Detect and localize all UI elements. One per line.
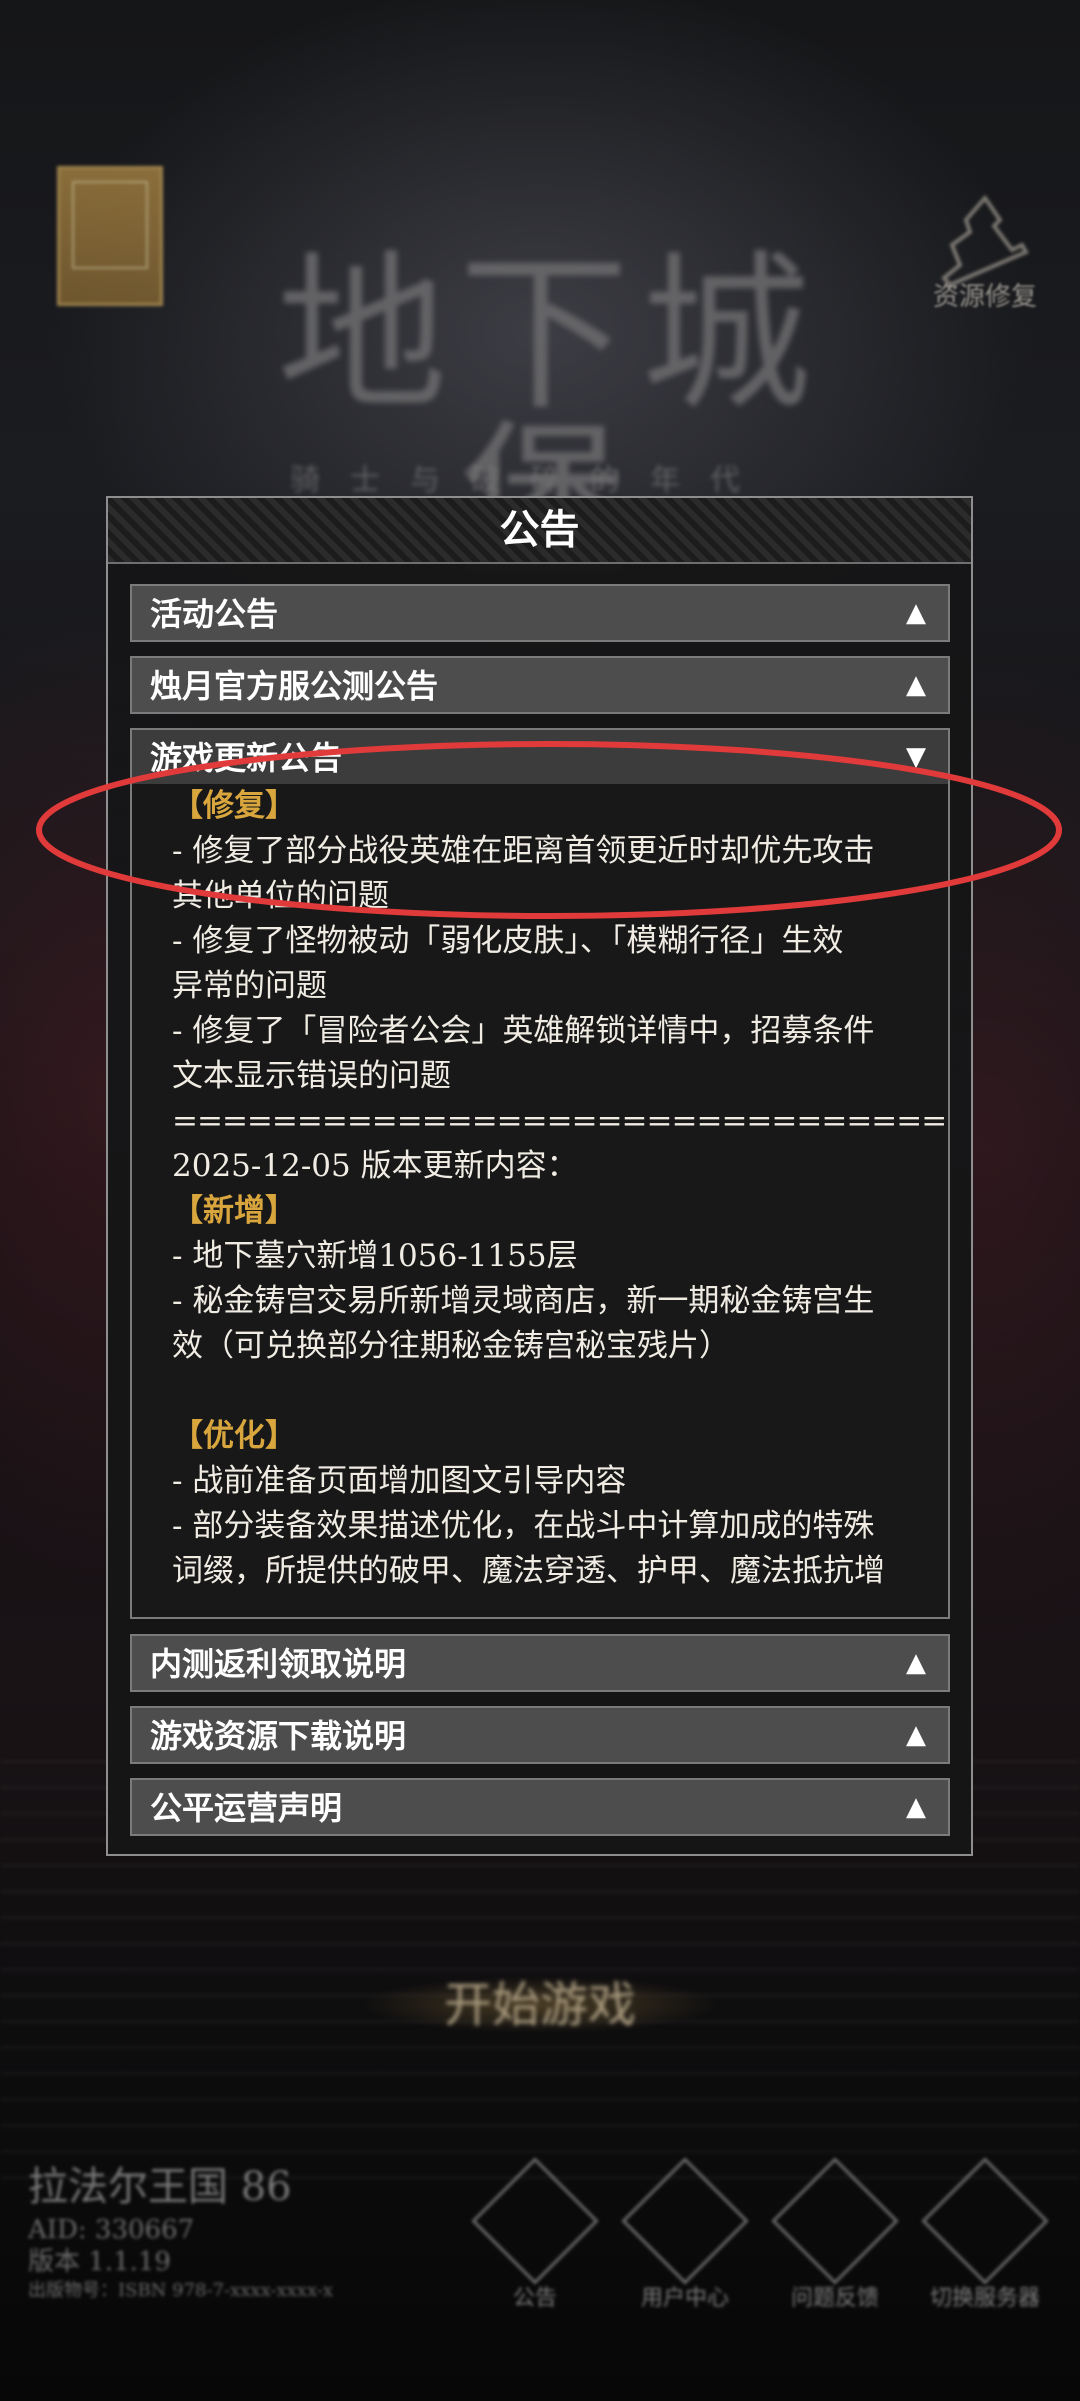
account-id: AID: 330667 (28, 2215, 195, 2245)
start-game-button[interactable]: 开始游戏 (340, 1960, 740, 2050)
game-subtitle-logo: 骑士与破碎的年代 (290, 463, 770, 498)
user-center-button[interactable]: 用户中心 (620, 2157, 750, 2320)
content-line: - 秘金铸宫交易所新增灵域商店，新一期秘金铸宫生 (172, 1283, 875, 1319)
announcement-icon (471, 2157, 599, 2285)
user-center-icon (621, 2157, 749, 2285)
content-line: 词缀，所提供的破甲、魔法穿透、护甲、魔法抵抗增 (172, 1553, 885, 1589)
section-label: 游戏更新公告 (150, 739, 343, 777)
content-line (172, 1369, 912, 1414)
server-info: 拉法尔王国 86 AID: 330667 版本 1.1.19 出版物号：ISBN… (28, 2160, 468, 2304)
expand-arrow-icon: ▲ (906, 598, 926, 628)
section-label: 游戏资源下载说明 (150, 1717, 407, 1755)
section-activity-announcement[interactable]: 活动公告 ▲ (130, 584, 950, 642)
update-content-text: 【修复】 - 修复了部分战役英雄在距离首领更近时却优先攻击 其他单位的问题 - 修复了… (172, 784, 948, 1594)
server-switch-button[interactable]: 切换服务器 (920, 2157, 1050, 2320)
section-label: 公平运营声明 (150, 1789, 343, 1827)
expand-arrow-icon: ▲ (906, 670, 926, 700)
announcement-dialog: 公告 活动公告 ▲ 烛月官方服公测公告 ▲ 游戏更新公告 ▼ 【修复】 - 修复了… (106, 496, 973, 1856)
content-line: 【修复】 (172, 788, 296, 824)
button-label: 公告 (512, 2286, 557, 2311)
server-switch-icon (921, 2157, 1049, 2285)
content-line: 【新增】 (172, 1193, 296, 1229)
button-label: 用户中心 (640, 2286, 729, 2311)
content-line: 效（可兑换部分往期秘金铸宫秘宝残片） (172, 1328, 730, 1364)
resource-repair-label[interactable]: 资源修复 (920, 276, 1050, 313)
section-label: 烛月官方服公测公告 (150, 667, 439, 705)
button-label: 切换服务器 (929, 2286, 1040, 2311)
server-name[interactable]: 拉法尔王国 86 (28, 2160, 468, 2214)
content-line: - 部分装备效果描述优化，在战斗中计算加成的特殊 (172, 1508, 875, 1544)
feedback-icon (771, 2157, 899, 2285)
section-fair-operation-statement[interactable]: 公平运营声明 ▲ (130, 1778, 950, 1836)
content-line: 文本显示错误的问题 (172, 1058, 451, 1094)
button-label: 问题反馈 (790, 2286, 879, 2311)
age-rating-badge (57, 166, 163, 306)
content-line: 2025-12-05 版本更新内容： (172, 1148, 578, 1184)
update-content-scroll-area[interactable]: 【修复】 - 修复了部分战役英雄在距离首领更近时却优先攻击 其他单位的问题 - 修复了… (130, 784, 950, 1619)
content-line: ===================================== (172, 1103, 948, 1139)
content-line: - 修复了怪物被动「弱化皮肤」、「模糊行径」生效 (172, 923, 844, 959)
dialog-title: 公告 (499, 506, 580, 553)
announcement-button[interactable]: 公告 (470, 2157, 600, 2320)
section-official-server-announcement[interactable]: 烛月官方服公测公告 ▲ (130, 656, 950, 714)
content-line: 异常的问题 (172, 968, 327, 1004)
section-resource-download-guide[interactable]: 游戏资源下载说明 ▲ (130, 1706, 950, 1764)
content-line: - 修复了「冒险者公会」英雄解锁详情中，招募条件 (172, 1013, 875, 1049)
bottom-button-bar: 公告 用户中心 问题反馈 切换服务器 (470, 2157, 1070, 2320)
content-line: 其他单位的问题 (172, 878, 389, 914)
content-line: 【优化】 (172, 1418, 296, 1454)
section-game-update-announcement[interactable]: 游戏更新公告 ▼ (130, 728, 950, 786)
license-text: 出版物号：ISBN 978-7-xxxx-xxxx-x (28, 2280, 334, 2301)
expand-arrow-icon: ▲ (906, 1648, 926, 1678)
section-label: 活动公告 (150, 595, 279, 633)
version-text: 版本 1.1.19 (28, 2247, 171, 2277)
content-line: - 修复了部分战役英雄在距离首领更近时却优先攻击 (172, 833, 875, 869)
content-line: - 战前准备页面增加图文引导内容 (172, 1463, 627, 1499)
expand-arrow-icon: ▲ (906, 1792, 926, 1822)
feedback-button[interactable]: 问题反馈 (770, 2157, 900, 2320)
collapse-arrow-icon: ▼ (906, 742, 926, 772)
section-beta-rebate-guide[interactable]: 内测返利领取说明 ▲ (130, 1634, 950, 1692)
section-label: 内测返利领取说明 (150, 1645, 407, 1683)
expand-arrow-icon: ▲ (906, 1720, 926, 1750)
content-line: - 地下墓穴新增1056-1155层 (172, 1238, 578, 1274)
